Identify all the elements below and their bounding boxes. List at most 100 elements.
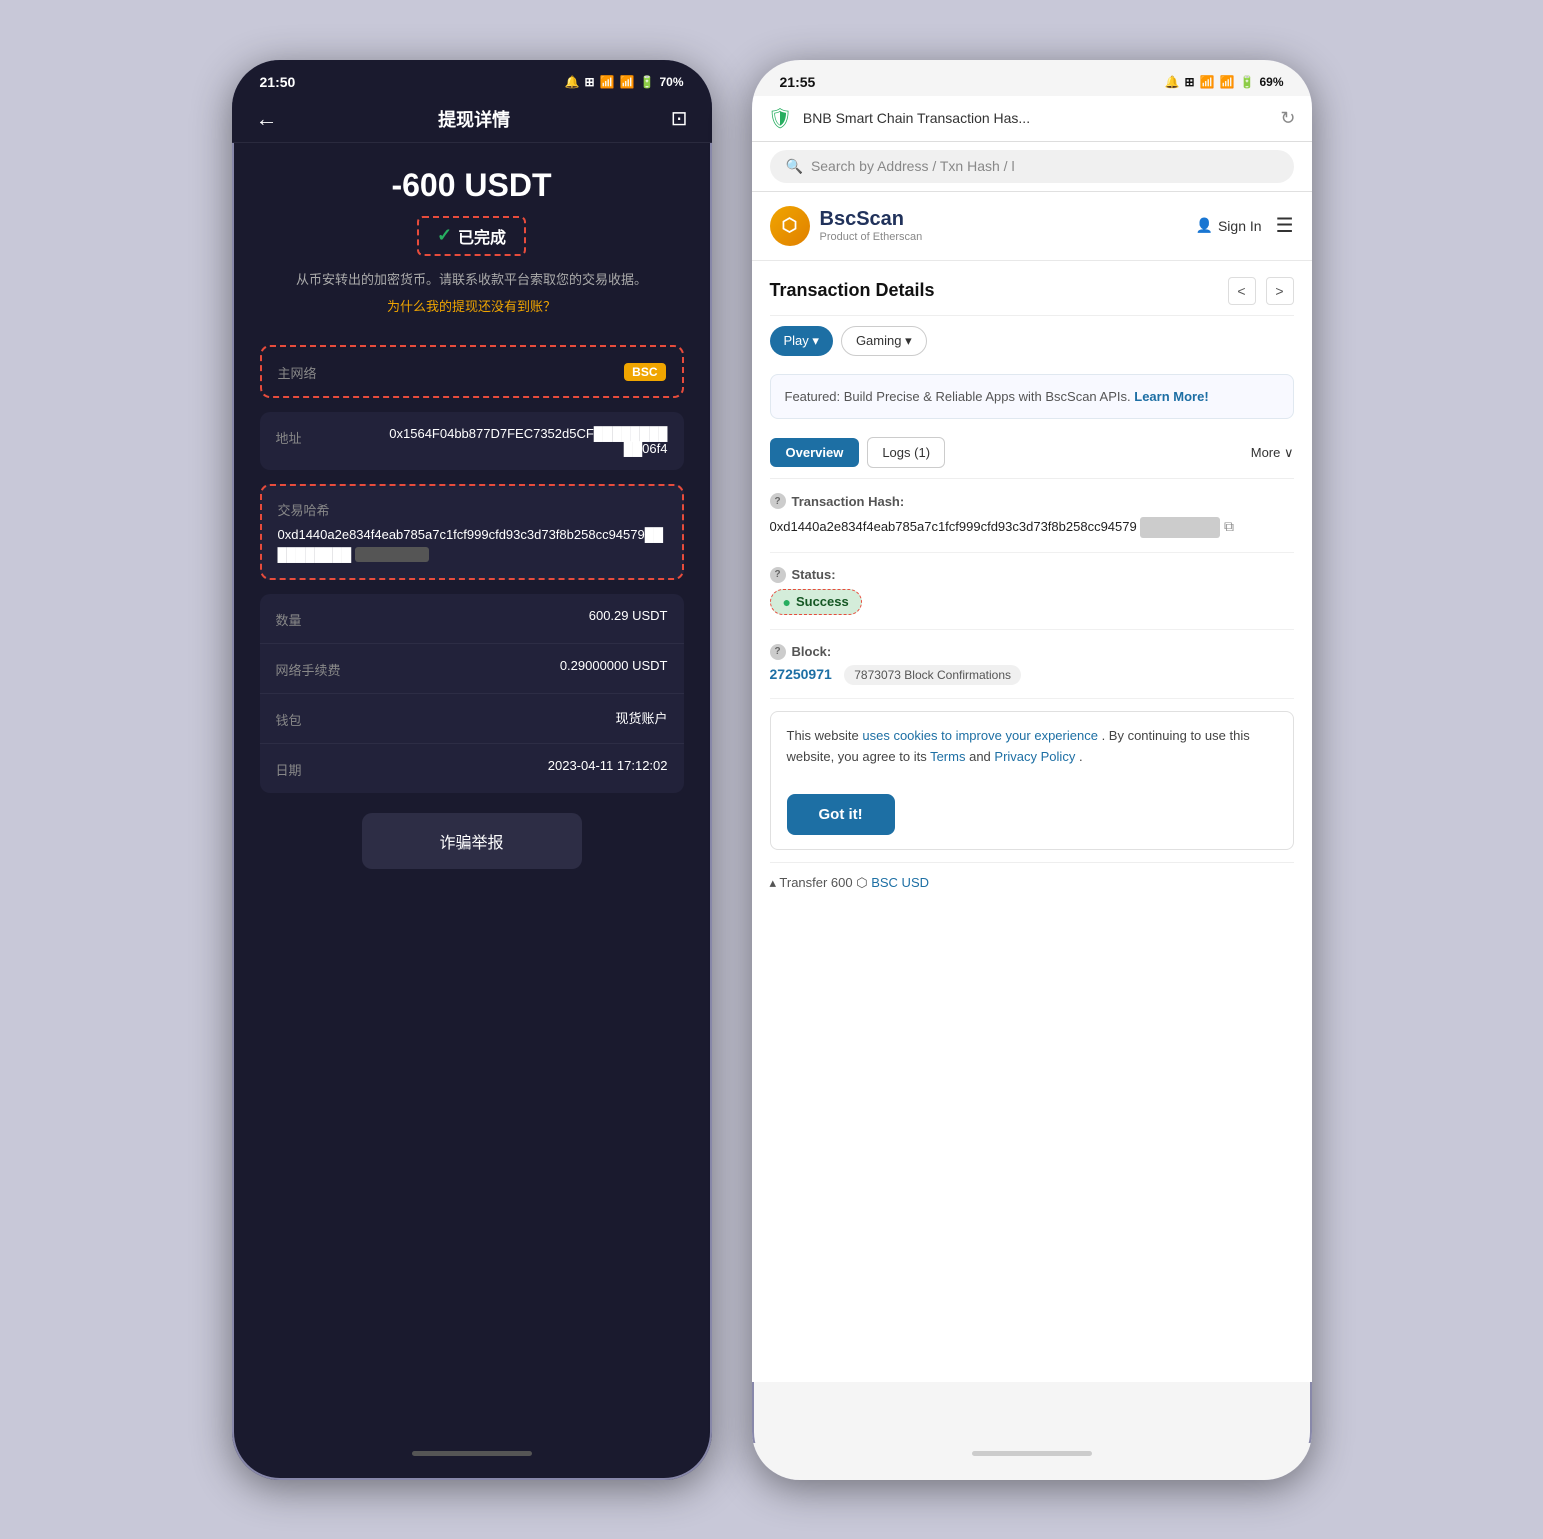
bscscan-logo: ⬡ BscScan Product of Etherscan xyxy=(770,206,923,246)
play-pill[interactable]: Play ▾ xyxy=(770,326,833,356)
transfer-label: ▴ Transfer 600 xyxy=(770,875,853,890)
next-arrow[interactable]: > xyxy=(1266,277,1294,305)
block-section: ? Block: 27250971 7873073 Block Confirma… xyxy=(770,630,1294,699)
completed-label: 已完成 xyxy=(458,224,506,248)
txhash-blurred-right xyxy=(1140,517,1220,538)
completed-badge: ✓ 已完成 xyxy=(417,216,526,256)
txn-title: Transaction Details xyxy=(770,280,1218,301)
terms-link[interactable]: Terms xyxy=(930,749,965,764)
check-icon: ✓ xyxy=(437,225,452,246)
left-phone: 21:50 🔔 ⊞ 📶 📶 🔋 70% ← 提现详情 ⊡ -600 USDT ✓… xyxy=(232,60,712,1480)
reload-icon[interactable]: ↻ xyxy=(1280,108,1295,129)
txhash-value: 0xd1440a2e834f4eab785a7c1fcf999cfd93c3d7… xyxy=(278,525,666,564)
cookie-text-4: . xyxy=(1079,749,1083,764)
bscusd-link[interactable]: BSC USD xyxy=(871,875,929,890)
plain-info-section: 数量 600.29 USDT 网络手续费 0.29000000 USDT 钱包 … xyxy=(260,594,684,793)
fee-row: 网络手续费 0.29000000 USDT xyxy=(260,644,684,694)
right-status-icons: 🔔 ⊞ 📶 📶 🔋 69% xyxy=(1165,75,1284,89)
status-section: ? Status: ● Success xyxy=(770,553,1294,630)
tab-bar: Overview Logs (1) More ∨ xyxy=(770,427,1294,479)
right-phone: 21:55 🔔 ⊞ 📶 📶 🔋 69% 🛡 BNB Smart Chain Tr… xyxy=(752,60,1312,1480)
network-row: 主网络 BSC xyxy=(260,345,684,398)
txhash-detail-section: ? Transaction Hash: 0xd1440a2e834f4eab78… xyxy=(770,479,1294,553)
block-label: ? Block: xyxy=(770,644,1294,660)
bscscan-header: ⬡ BscScan Product of Etherscan 👤 Sign In… xyxy=(752,192,1312,261)
right-time: 21:55 xyxy=(780,74,816,90)
desc-text: 从币安转出的加密货币。请联系收款平台索取您的交易收据。 xyxy=(260,270,684,291)
question-icon: ? xyxy=(770,493,786,509)
logo-sub: Product of Etherscan xyxy=(820,231,923,243)
address-section: 地址 0x1564F04bb877D7FEC7352d5CF██████████… xyxy=(260,412,684,470)
left-body: -600 USDT ✓ 已完成 从币安转出的加密货币。请联系收款平台索取您的交易… xyxy=(232,143,712,924)
question-icon-3: ? xyxy=(770,644,786,660)
logo-text: BscScan xyxy=(820,208,923,231)
left-status-icons: 🔔 ⊞ 📶 📶 🔋 70% xyxy=(565,75,684,89)
prev-arrow[interactable]: < xyxy=(1228,277,1256,305)
txhash-blurred: ████████ xyxy=(355,547,429,562)
right-home-indicator xyxy=(972,1451,1092,1456)
left-nav-bar: ← 提现详情 ⊡ xyxy=(232,96,712,143)
search-placeholder: Search by Address / Txn Hash / l xyxy=(811,158,1015,174)
wallet-row: 钱包 现货账户 xyxy=(260,694,684,744)
fee-label: 网络手续费 xyxy=(276,658,341,679)
home-indicator xyxy=(412,1451,532,1456)
cookie-banner: This website uses cookies to improve you… xyxy=(770,711,1294,850)
date-label: 日期 xyxy=(276,758,302,779)
quantity-value: 600.29 USDT xyxy=(589,608,668,623)
left-time: 21:50 xyxy=(260,74,296,90)
fee-value: 0.29000000 USDT xyxy=(560,658,668,673)
browser-url[interactable]: BNB Smart Chain Transaction Has... xyxy=(803,110,1271,126)
wallet-label: 钱包 xyxy=(276,708,302,729)
txhash-label: 交易哈希 xyxy=(278,500,666,519)
address-value: 0x1564F04bb877D7FEC7352d5CF██████████06f… xyxy=(388,426,668,456)
learn-more-link[interactable]: Learn More! xyxy=(1134,389,1208,404)
why-link[interactable]: 为什么我的提现还没有到账？ xyxy=(260,296,684,315)
tab-overview[interactable]: Overview xyxy=(770,438,860,467)
cookie-text-3: and xyxy=(969,749,994,764)
txhash-detail-label: ? Transaction Hash: xyxy=(770,493,1294,509)
more-button[interactable]: More ∨ xyxy=(1251,445,1294,461)
pill-tabs: Play ▾ Gaming ▾ xyxy=(770,316,1294,366)
gaming-pill[interactable]: Gaming ▾ xyxy=(841,326,927,356)
hamburger-icon[interactable]: ☰ xyxy=(1276,213,1294,238)
search-icon: 🔍 xyxy=(786,158,803,175)
bsc-badge: BSC xyxy=(624,363,665,381)
bscscan-nav: 👤 Sign In ☰ xyxy=(1196,213,1294,238)
shield-icon: 🛡 xyxy=(768,106,793,131)
search-bar: 🔍 Search by Address / Txn Hash / l xyxy=(752,142,1312,192)
right-status-bar: 21:55 🔔 ⊞ 📶 📶 🔋 69% xyxy=(752,60,1312,96)
address-label: 地址 xyxy=(276,426,302,447)
confirmations-badge: 7873073 Block Confirmations xyxy=(844,665,1021,685)
address-row: 地址 0x1564F04bb877D7FEC7352d5CF██████████… xyxy=(260,412,684,470)
copy-icon[interactable]: ⧉ xyxy=(1224,518,1234,534)
txn-header: Transaction Details < > xyxy=(770,261,1294,316)
quantity-row: 数量 600.29 USDT xyxy=(260,594,684,644)
quantity-label: 数量 xyxy=(276,608,302,629)
date-row: 日期 2023-04-11 17:12:02 xyxy=(260,744,684,793)
home-indicator-bar xyxy=(232,1443,712,1480)
tab-logs[interactable]: Logs (1) xyxy=(867,437,945,468)
amount-value: -600 USDT xyxy=(260,167,684,204)
help-icon[interactable]: ⊡ xyxy=(671,106,688,131)
block-number-link[interactable]: 27250971 xyxy=(770,666,832,682)
browser-bar: 🛡 BNB Smart Chain Transaction Has... ↻ xyxy=(752,96,1312,142)
cookie-text-1: This website xyxy=(787,728,863,743)
featured-banner: Featured: Build Precise & Reliable Apps … xyxy=(770,374,1294,420)
report-button[interactable]: 诈骗举报 xyxy=(362,813,582,869)
left-status-bar: 21:50 🔔 ⊞ 📶 📶 🔋 70% xyxy=(232,60,712,96)
got-it-button[interactable]: Got it! xyxy=(787,794,895,835)
status-badge: ● Success xyxy=(770,589,862,615)
transfer-row: ▴ Transfer 600 ⬡ BSC USD xyxy=(770,862,1294,903)
search-field[interactable]: 🔍 Search by Address / Txn Hash / l xyxy=(770,150,1294,183)
right-home-indicator-bar xyxy=(752,1443,1312,1480)
date-value: 2023-04-11 17:12:02 xyxy=(548,758,668,773)
txhash-detail-value: 0xd1440a2e834f4eab785a7c1fcf999cfd93c3d7… xyxy=(770,515,1294,538)
privacy-link[interactable]: Privacy Policy xyxy=(994,749,1075,764)
logo-icon: ⬡ xyxy=(770,206,810,246)
page-title: 提现详情 xyxy=(438,106,510,132)
featured-text: Featured: Build Precise & Reliable Apps … xyxy=(785,389,1131,404)
amount-section: -600 USDT ✓ 已完成 从币安转出的加密货币。请联系收款平台索取您的交易… xyxy=(260,167,684,334)
back-button[interactable]: ← xyxy=(256,106,278,132)
cookie-link-1[interactable]: uses cookies to improve your experience xyxy=(862,728,1098,743)
sign-in-button[interactable]: 👤 Sign In xyxy=(1196,217,1262,234)
